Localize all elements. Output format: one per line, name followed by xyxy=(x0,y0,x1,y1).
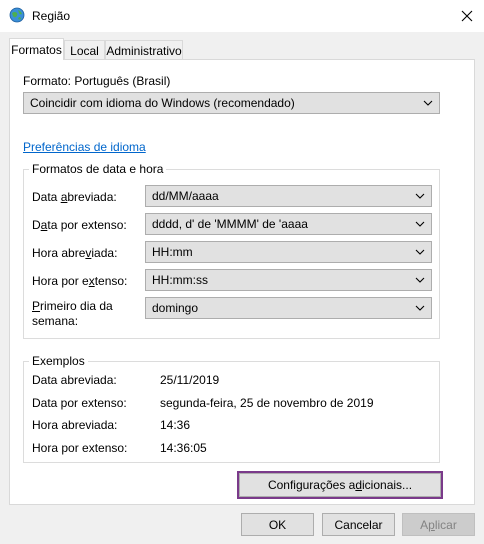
example-label: Data por extenso: xyxy=(32,396,127,410)
format-select-value: Coincidir com idioma do Windows (recomen… xyxy=(30,96,295,110)
tab-local[interactable]: Local xyxy=(64,40,105,60)
tab-label: Administrativo xyxy=(106,43,182,58)
short-time-select[interactable]: HH:mm xyxy=(145,241,432,263)
example-value: segunda-feira, 25 de novembro de 2019 xyxy=(160,396,374,410)
first-day-label: Primeiro dia da semana: xyxy=(32,299,113,328)
apply-label: Aplicar xyxy=(420,517,457,532)
long-date-value: dddd, d' de 'MMMM' de 'aaaa xyxy=(152,217,308,231)
first-day-select[interactable]: domingo xyxy=(145,297,432,319)
tab-administrativo[interactable]: Administrativo xyxy=(105,40,183,60)
first-day-value: domingo xyxy=(152,301,199,315)
short-date-value: dd/MM/aaaa xyxy=(152,189,219,203)
chevron-down-icon xyxy=(415,249,425,255)
example-value: 25/11/2019 xyxy=(160,373,220,387)
short-time-label: Hora abreviada: xyxy=(32,246,118,260)
ok-button[interactable]: OK xyxy=(241,513,314,536)
example-label: Hora por extenso: xyxy=(32,441,128,455)
date-time-formats-title: Formatos de data e hora xyxy=(29,162,167,176)
example-value: 14:36:05 xyxy=(160,441,207,455)
tab-label: Formatos xyxy=(11,42,62,57)
ok-label: OK xyxy=(268,517,287,532)
globe-icon xyxy=(9,7,25,23)
apply-button[interactable]: Aplicar xyxy=(402,513,475,536)
tab-label: Local xyxy=(70,43,99,58)
short-date-label: Data abreviada: xyxy=(32,190,117,204)
chevron-down-icon xyxy=(415,221,425,227)
cancel-label: Cancelar xyxy=(334,517,383,532)
long-time-label: Hora por extenso: xyxy=(32,274,128,288)
tab-formatos[interactable]: Formatos xyxy=(9,38,64,60)
example-label: Data abreviada: xyxy=(32,373,117,387)
examples-title: Exemplos xyxy=(29,354,88,368)
format-select[interactable]: Coincidir com idioma do Windows (recomen… xyxy=(23,92,440,114)
long-time-select[interactable]: HH:mm:ss xyxy=(145,269,432,291)
close-button[interactable] xyxy=(450,0,484,32)
chevron-down-icon xyxy=(415,193,425,199)
additional-settings-button[interactable]: Configurações adicionais... xyxy=(237,471,443,499)
cancel-button[interactable]: Cancelar xyxy=(322,513,395,536)
chevron-down-icon xyxy=(415,305,425,311)
long-date-select[interactable]: dddd, d' de 'MMMM' de 'aaaa xyxy=(145,213,432,235)
chevron-down-icon xyxy=(423,100,433,106)
chevron-down-icon xyxy=(415,277,425,283)
close-icon xyxy=(461,10,473,22)
additional-settings-label: Configurações adicionais... xyxy=(267,478,413,492)
example-label: Hora abreviada: xyxy=(32,418,118,432)
title-bar xyxy=(0,0,484,32)
language-preferences-link[interactable]: Preferências de idioma xyxy=(23,140,146,154)
long-date-label: Data por extenso: xyxy=(32,218,127,232)
short-date-select[interactable]: dd/MM/aaaa xyxy=(145,185,432,207)
short-time-value: HH:mm xyxy=(152,245,193,259)
window-title: Região xyxy=(32,9,71,23)
long-time-value: HH:mm:ss xyxy=(152,273,208,287)
format-label: Formato: Português (Brasil) xyxy=(23,74,171,88)
example-value: 14:36 xyxy=(160,418,191,432)
